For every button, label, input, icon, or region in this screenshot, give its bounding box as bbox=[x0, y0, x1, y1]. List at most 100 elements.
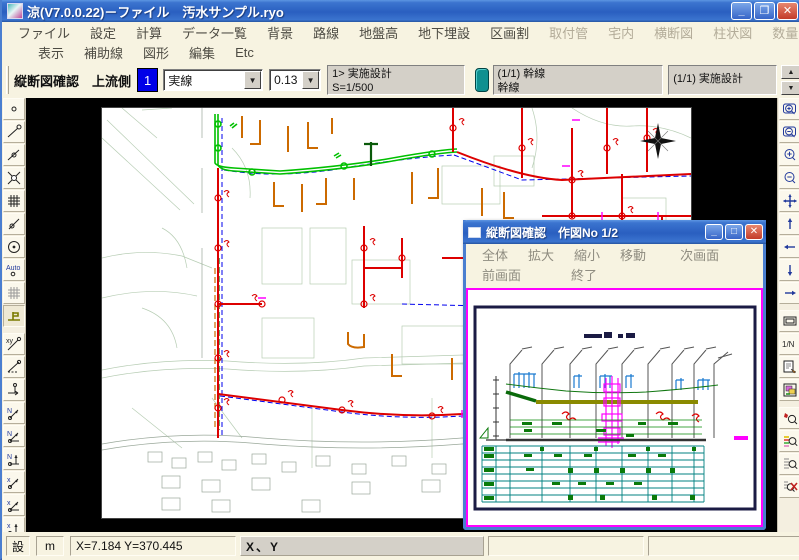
benchmark-button[interactable] bbox=[3, 305, 25, 327]
design-info-line2: S=1/500 bbox=[332, 82, 460, 95]
xy-glyph: xy bbox=[6, 338, 14, 345]
app-window: 涼(V7.0.0.22)－ファイル 汚水サンプル.ryo _ ❐ ✕ ファイル … bbox=[0, 0, 799, 560]
menu-background[interactable]: 背景 bbox=[257, 21, 303, 44]
snap-point-button[interactable] bbox=[3, 98, 25, 120]
menu-boring-log: 柱状図 bbox=[703, 21, 762, 44]
profile-minimize-button[interactable]: _ bbox=[705, 224, 723, 240]
snap-nearest-button[interactable] bbox=[3, 213, 25, 235]
input-n-vertical-button[interactable]: N bbox=[3, 448, 25, 470]
full-extent-button[interactable] bbox=[779, 310, 799, 332]
profile-menu-exit[interactable]: 終了 bbox=[561, 263, 607, 286]
scroll-right-button[interactable] bbox=[779, 282, 799, 304]
search-feature-button[interactable] bbox=[779, 407, 799, 429]
redraw-button[interactable] bbox=[779, 356, 799, 378]
snap-on-line-button[interactable] bbox=[3, 144, 25, 166]
menu-quantity: 数量 bbox=[762, 21, 799, 44]
status-prompt: X、Y bbox=[240, 536, 484, 556]
menu-view[interactable]: 表示 bbox=[28, 41, 74, 64]
snap-auto-button[interactable]: Auto bbox=[3, 259, 25, 281]
profile-close-button[interactable]: ✕ bbox=[745, 224, 763, 240]
route-info-panel: (1/1) 幹線 幹線 bbox=[493, 65, 664, 95]
input-xy-button[interactable]: xy bbox=[3, 333, 25, 355]
toolbar: 縦断図確認 上流側 1 実線 ▼ 0.13 ▼ 1> 実施設計 S=1/500 … bbox=[2, 62, 799, 98]
snap-line-end-button[interactable] bbox=[3, 121, 25, 143]
menu-private: 宅内 bbox=[598, 21, 644, 44]
input-n-angle-button[interactable]: N bbox=[3, 425, 25, 447]
zoom-out-button[interactable] bbox=[779, 167, 799, 189]
profile-maximize-button[interactable]: □ bbox=[725, 224, 743, 240]
menu-shape[interactable]: 図形 bbox=[133, 41, 179, 64]
line-width-combo[interactable]: 0.13 ▼ bbox=[269, 69, 321, 91]
window-title: 涼(V7.0.0.22)－ファイル 汚水サンプル.ryo bbox=[27, 2, 284, 21]
profile-title-bar[interactable]: 縦断図確認 作図No 1/2 _ □ ✕ bbox=[463, 220, 766, 244]
scale-input-button[interactable]: 1/N bbox=[779, 333, 799, 355]
line-style-combo[interactable]: 実線 ▼ bbox=[163, 69, 263, 91]
svg-text:x: x bbox=[7, 523, 11, 530]
status-unit: m bbox=[36, 536, 64, 556]
north-compass bbox=[640, 123, 676, 159]
line-width-value: 0.13 bbox=[270, 73, 301, 87]
menu-edit[interactable]: 編集 bbox=[179, 41, 225, 64]
profile-menu-next-screen[interactable]: 次画面 bbox=[670, 243, 729, 266]
search-legend-button[interactable] bbox=[779, 430, 799, 452]
search-list-button[interactable] bbox=[779, 453, 799, 475]
input-x-diagonal-button[interactable]: x bbox=[3, 471, 25, 493]
chevron-down-icon[interactable]: ▼ bbox=[302, 71, 319, 89]
profile-menu-move[interactable]: 移動 bbox=[610, 243, 656, 266]
spin-down-button[interactable]: ▼ bbox=[781, 81, 799, 95]
line-style-value: 実線 bbox=[164, 72, 243, 89]
scroll-down-button[interactable] bbox=[779, 259, 799, 281]
zoom-window-out-button[interactable] bbox=[779, 121, 799, 143]
snap-toolbar: Auto xy N N N x x x bbox=[2, 98, 26, 532]
zoom-in-button[interactable] bbox=[779, 144, 799, 166]
input-n-diagonal-button[interactable]: N bbox=[3, 402, 25, 424]
spin-up-button[interactable]: ▲ bbox=[781, 65, 799, 79]
profile-window[interactable]: 縦断図確認 作図No 1/2 _ □ ✕ 全体 拡大 縮小 移動 次画面 前画面… bbox=[463, 220, 766, 530]
menu-etc[interactable]: Etc bbox=[225, 43, 264, 62]
menu-block-division[interactable]: 区画割 bbox=[480, 21, 539, 44]
minimize-button[interactable]: _ bbox=[731, 2, 752, 20]
route-color-swatch[interactable] bbox=[475, 68, 489, 92]
menu-route[interactable]: 路線 bbox=[303, 21, 349, 44]
design-select-panel: (1/1) 実施設計 bbox=[668, 65, 777, 95]
scroll-up-button[interactable] bbox=[779, 213, 799, 235]
scroll-left-button[interactable] bbox=[779, 236, 799, 258]
menu-service-pipe: 取付管 bbox=[539, 21, 598, 44]
view-toolbar: 1/N bbox=[777, 98, 799, 532]
title-bar: 涼(V7.0.0.22)－ファイル 汚水サンプル.ryo _ ❐ ✕ bbox=[2, 0, 799, 22]
maximize-button[interactable]: ❐ bbox=[754, 2, 775, 20]
svg-text:N: N bbox=[7, 431, 12, 438]
design-info-line1: 1> 実施設計 bbox=[332, 68, 460, 82]
input-offset-button[interactable] bbox=[3, 379, 25, 401]
grid-display-button[interactable] bbox=[3, 282, 25, 304]
toolbar-grip bbox=[6, 66, 9, 94]
route-info-line2: 幹線 bbox=[498, 82, 659, 95]
snap-intersection-button[interactable] bbox=[3, 167, 25, 189]
profile-drawing bbox=[466, 288, 763, 527]
pan-button[interactable] bbox=[779, 190, 799, 212]
profile-drawing-area[interactable] bbox=[466, 288, 763, 527]
menu-ground-level[interactable]: 地盤高 bbox=[349, 21, 408, 44]
design-select-value: (1/1) 実施設計 bbox=[673, 73, 743, 87]
snap-grid-button[interactable] bbox=[3, 190, 25, 212]
chevron-down-icon[interactable]: ▼ bbox=[244, 71, 261, 89]
menu-underground[interactable]: 地下埋設 bbox=[408, 21, 480, 44]
status-mode-button[interactable]: 設 bbox=[6, 536, 30, 556]
pen-number-box[interactable]: 1 bbox=[137, 68, 158, 92]
menu-guide-line[interactable]: 補助線 bbox=[74, 41, 133, 64]
status-empty-1 bbox=[488, 536, 644, 556]
profile-menu-prev-screen[interactable]: 前画面 bbox=[472, 263, 531, 286]
svg-text:x: x bbox=[7, 500, 11, 507]
input-x-angle-button[interactable]: x bbox=[3, 494, 25, 516]
close-button[interactable]: ✕ bbox=[777, 2, 798, 20]
design-info-panel: 1> 実施設計 S=1/500 bbox=[327, 65, 465, 95]
layer-settings-button[interactable] bbox=[779, 379, 799, 401]
search-cancel-button[interactable] bbox=[779, 476, 799, 498]
zoom-window-in-button[interactable] bbox=[779, 98, 799, 120]
svg-text:x: x bbox=[7, 477, 11, 484]
snap-center-button[interactable] bbox=[3, 236, 25, 258]
profile-window-icon bbox=[468, 227, 481, 238]
status-coordinates: X=7.184 Y=370.445 bbox=[70, 536, 236, 556]
status-bar: 設 m X=7.184 Y=370.445 X、Y bbox=[2, 532, 799, 560]
input-angle-length-button[interactable] bbox=[3, 356, 25, 378]
